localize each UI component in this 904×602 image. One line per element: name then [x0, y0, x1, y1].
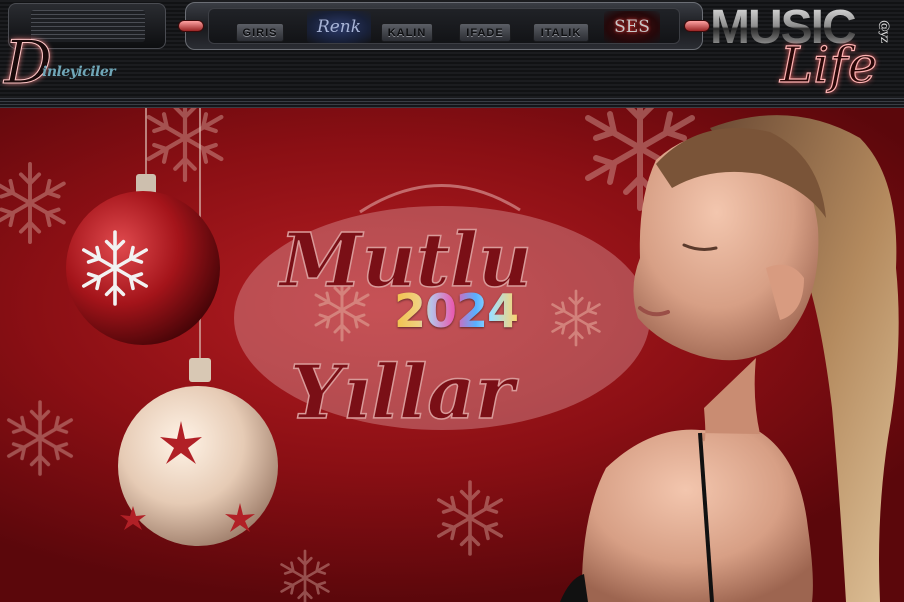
menu-renk-button[interactable]: Renk	[307, 11, 371, 43]
slider-knob-icon	[178, 20, 204, 32]
menu-ses-button[interactable]: SES	[604, 11, 660, 43]
new-year-banner: Mutlu Yıllar 2024	[0, 108, 904, 602]
top-bar: GIRIS Renk KALIN IFADE ITALIK SES D inle…	[0, 0, 904, 108]
menu-italik-button[interactable]: ITALIK	[533, 23, 589, 42]
menu-bar: GIRIS Renk KALIN IFADE ITALIK SES	[178, 2, 710, 50]
site-logo-right[interactable]: MUSIC @yz Life	[706, 0, 904, 108]
logo-name: inleyiciler	[42, 64, 116, 80]
menu-well: GIRIS Renk KALIN IFADE ITALIK SES	[208, 8, 680, 44]
menu-ifade-button[interactable]: IFADE	[459, 23, 511, 42]
ornament-icon	[118, 358, 278, 546]
logo-life-script: Life	[779, 35, 878, 94]
year-text: 2024	[394, 284, 519, 338]
banner-artwork: Mutlu Yıllar	[0, 108, 899, 602]
logo-suffix: @yz	[878, 20, 892, 43]
greeting-line-2: Yıllar	[290, 350, 519, 436]
logo-initial: D	[3, 28, 53, 99]
site-logo-left[interactable]: D inleyiciler	[2, 28, 162, 102]
menu-giris-button[interactable]: GIRIS	[236, 23, 284, 42]
ornament-icon	[66, 174, 220, 345]
menu-kalin-button[interactable]: KALIN	[381, 23, 433, 42]
